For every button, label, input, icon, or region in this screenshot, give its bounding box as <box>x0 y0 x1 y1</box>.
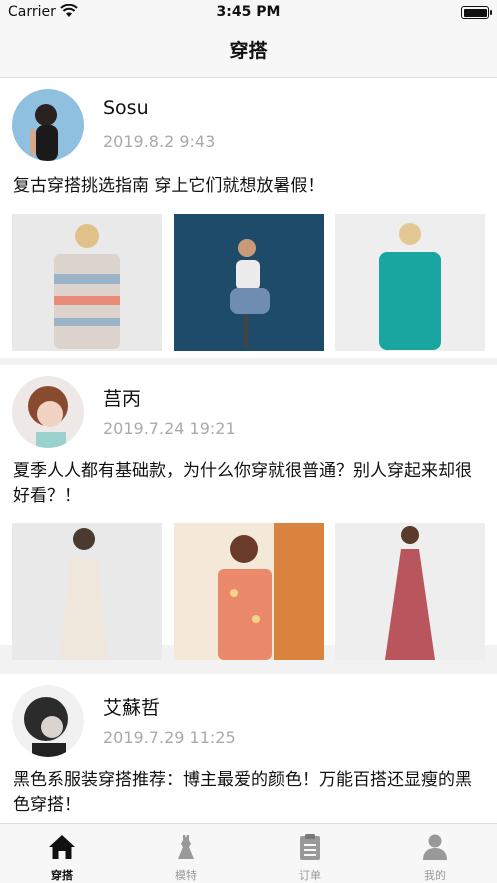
post-text[interactable]: 复古穿搭挑选指南 穿上它们就想放暑假！ <box>13 174 483 199</box>
dress-icon <box>178 835 194 859</box>
tab-label: 订单 <box>299 869 321 882</box>
tab-label: 穿搭 <box>51 869 73 882</box>
clock: 3:45 PM <box>216 4 281 20</box>
tab-orders[interactable]: 订单 <box>248 824 372 883</box>
post-photo[interactable] <box>174 523 324 660</box>
avatar[interactable] <box>12 685 84 757</box>
clipboard-icon <box>300 834 320 860</box>
avatar[interactable] <box>12 376 84 448</box>
home-icon <box>49 835 75 859</box>
avatar[interactable] <box>12 89 84 161</box>
feed-list[interactable]: Sosu 2019.8.2 9:43 复古穿搭挑选指南 穿上它们就想放暑假！ 莒… <box>0 78 497 823</box>
post-photos <box>12 523 485 660</box>
post-photo[interactable] <box>335 523 485 660</box>
post-photo[interactable] <box>335 214 485 351</box>
post-photo[interactable] <box>12 214 162 351</box>
status-bar: Carrier 3:45 PM <box>0 0 497 26</box>
post-photo[interactable] <box>174 214 324 351</box>
tab-models[interactable]: 模特 <box>124 824 248 883</box>
post-timestamp: 2019.8.2 9:43 <box>103 132 216 151</box>
tab-bar: 穿搭 模特 订单 我的 <box>0 823 497 883</box>
battery-icon <box>461 6 492 19</box>
person-icon <box>423 834 447 860</box>
post-text[interactable]: 黑色系服装穿搭推荐：博主最爱的颜色！万能百搭还显瘦的黑色穿搭！ <box>13 768 483 818</box>
tab-profile[interactable]: 我的 <box>373 824 497 883</box>
post-username[interactable]: 莒丙 <box>103 384 141 411</box>
page-title: 穿搭 <box>0 26 497 78</box>
post-photos <box>12 214 485 351</box>
tab-outfits[interactable]: 穿搭 <box>0 824 124 883</box>
post-card[interactable]: Sosu 2019.8.2 9:43 复古穿搭挑选指南 穿上它们就想放暑假！ <box>0 78 497 358</box>
post-text[interactable]: 夏季人人都有基础款，为什么你穿就很普通？别人穿起来却很好看？！ <box>13 459 483 509</box>
post-username[interactable]: Sosu <box>103 97 149 119</box>
post-card[interactable]: 莒丙 2019.7.24 19:21 夏季人人都有基础款，为什么你穿就很普通？别… <box>0 365 497 660</box>
post-username[interactable]: 艾蘇哲 <box>103 693 160 720</box>
tab-label: 我的 <box>424 869 446 882</box>
post-card[interactable]: 艾蘇哲 2019.7.29 11:25 黑色系服装穿搭推荐：博主最爱的颜色！万能… <box>0 674 497 823</box>
post-photo[interactable] <box>12 523 162 660</box>
post-timestamp: 2019.7.24 19:21 <box>103 419 236 438</box>
post-timestamp: 2019.7.29 11:25 <box>103 728 236 747</box>
tab-label: 模特 <box>175 869 197 882</box>
